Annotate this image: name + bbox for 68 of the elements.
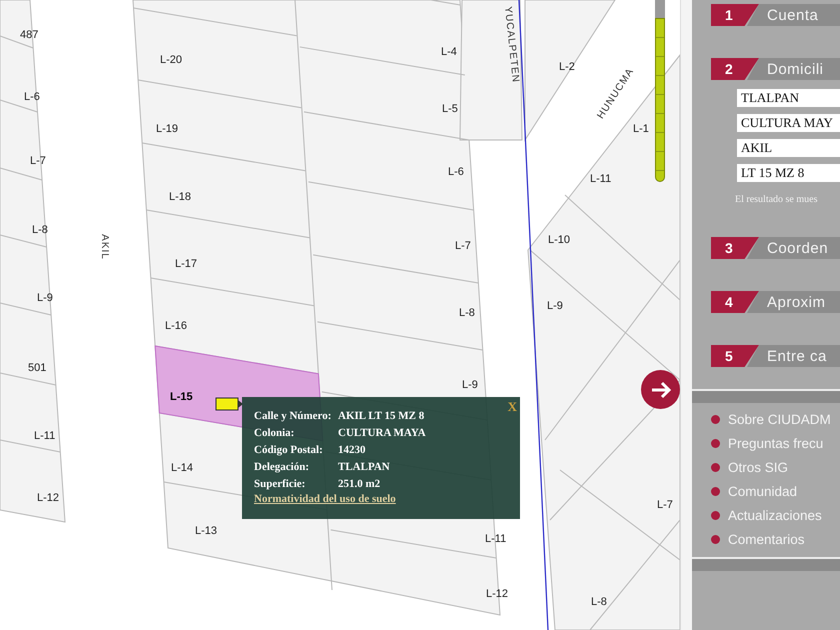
lot-label: L-13: [195, 525, 218, 537]
info-label: Calle y Número:: [254, 410, 332, 422]
step-title: Entre ca: [747, 345, 840, 367]
lot-label: L-6: [24, 91, 40, 103]
info-label: Delegación:: [254, 460, 310, 472]
step-title: Cuenta: [747, 4, 840, 26]
lot-label: L-7: [455, 240, 471, 252]
lot-label: L-8: [459, 307, 475, 319]
bullet-icon: [711, 438, 720, 448]
lot-label: L-11: [590, 173, 612, 185]
pin-marker-icon[interactable]: [216, 398, 243, 410]
address-field[interactable]: TLALPAN: [737, 89, 840, 107]
lot-label: L-9: [37, 292, 53, 304]
lot-label: L-2: [559, 61, 575, 73]
street-label: AKIL: [99, 234, 110, 260]
address-field[interactable]: LT 15 MZ 8: [737, 164, 840, 182]
lot-label: L-16: [165, 320, 188, 332]
step-title: Domicili: [747, 58, 840, 80]
info-value: AKIL LT 15 MZ 8: [338, 410, 424, 422]
lot-label: L-9: [547, 300, 563, 312]
lot-label: L-12: [37, 492, 60, 504]
lot-label: L-7: [657, 499, 673, 511]
step-title: Aproxim: [747, 291, 840, 313]
lot-label: L-11: [34, 430, 56, 442]
result-note: El resultado se mues: [735, 194, 818, 205]
info-value: 251.0 m2: [338, 478, 380, 490]
step-header[interactable]: 2 Domicili: [711, 58, 840, 80]
bullet-icon: [711, 486, 720, 496]
close-button[interactable]: X: [508, 399, 517, 415]
lot-label: L-4: [441, 46, 457, 58]
lot-label: 487: [20, 29, 38, 41]
lot-label: L-10: [548, 234, 570, 246]
lot-label: L-11: [485, 533, 506, 545]
bullet-icon: [711, 534, 720, 544]
land-use-link[interactable]: Normatividad del uso de suelo: [254, 493, 396, 505]
lot-label: L-8: [32, 224, 48, 236]
info-value: 14230: [338, 444, 366, 456]
lot-label: L-1: [633, 123, 649, 135]
info-value: TLALPAN: [338, 460, 390, 472]
info-value: CULTURA MAYA: [338, 426, 426, 438]
lot-label: 501: [28, 362, 46, 374]
lot-label: L-15: [170, 391, 193, 403]
step-header[interactable]: 1 Cuenta: [711, 4, 840, 26]
lot-label: L-8: [591, 596, 607, 608]
step-header[interactable]: 3 Coorden: [711, 237, 840, 259]
info-label: Superficie:: [254, 478, 306, 490]
step-header[interactable]: 4 Aproxim: [711, 291, 840, 313]
lot-label: L-19: [156, 123, 178, 135]
step-title: Coorden: [747, 237, 840, 259]
info-label: Colonia:: [254, 426, 296, 438]
arrow-right-icon: [650, 380, 672, 398]
lot-label: L-18: [169, 191, 192, 203]
street-label: YUCALPETEN: [502, 6, 521, 84]
lot-label: L-7: [30, 155, 46, 167]
lot-label: L-17: [175, 258, 198, 270]
info-label: Código Postal:: [254, 444, 324, 456]
lot-label: L-5: [442, 103, 458, 115]
lot-label: L-6: [448, 166, 464, 178]
bullet-icon: [711, 414, 720, 424]
address-field[interactable]: CULTURA MAY: [737, 114, 840, 132]
lot-label: L-20: [160, 54, 182, 66]
bullet-icon: [711, 510, 720, 520]
bullet-icon: [711, 462, 720, 472]
lot-label: L-14: [171, 462, 194, 474]
lot-label: L-12: [486, 588, 508, 600]
address-field[interactable]: AKIL: [737, 139, 840, 157]
step-header[interactable]: 5 Entre ca: [711, 345, 840, 367]
lot-label: L-9: [462, 379, 478, 391]
